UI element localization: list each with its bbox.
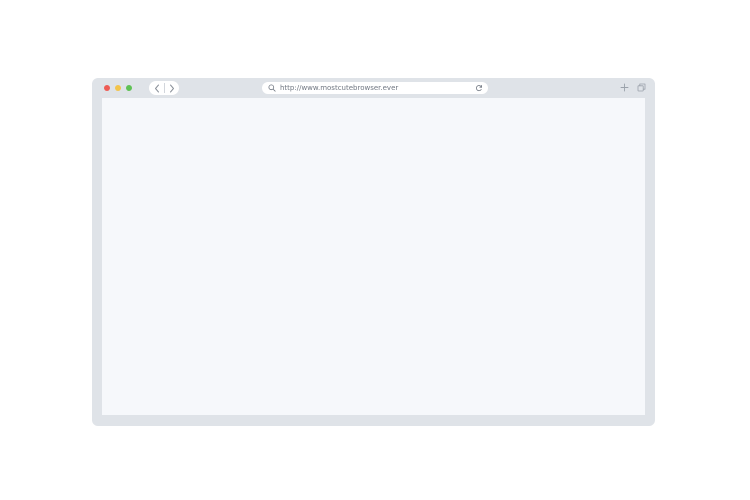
browser-window: http://www.mostcutebrowser.ever — [92, 78, 655, 426]
new-tab-button[interactable] — [620, 83, 629, 92]
title-bar: http://www.mostcutebrowser.ever — [92, 78, 655, 98]
search-icon — [268, 84, 276, 92]
address-bar[interactable]: http://www.mostcutebrowser.ever — [262, 82, 488, 94]
plus-icon — [620, 83, 629, 92]
back-button[interactable] — [149, 81, 164, 95]
close-window-button[interactable] — [104, 85, 110, 91]
minimize-window-button[interactable] — [115, 85, 121, 91]
maximize-window-button[interactable] — [126, 85, 132, 91]
address-url[interactable]: http://www.mostcutebrowser.ever — [280, 82, 398, 94]
chevron-left-icon — [154, 84, 159, 92]
reload-icon[interactable] — [475, 84, 483, 92]
show-tabs-button[interactable] — [637, 83, 646, 92]
forward-button[interactable] — [164, 81, 179, 95]
page-content-area[interactable] — [102, 98, 645, 415]
chevron-right-icon — [169, 84, 174, 92]
duplicate-windows-icon — [637, 83, 646, 92]
navigation-buttons — [149, 81, 179, 95]
